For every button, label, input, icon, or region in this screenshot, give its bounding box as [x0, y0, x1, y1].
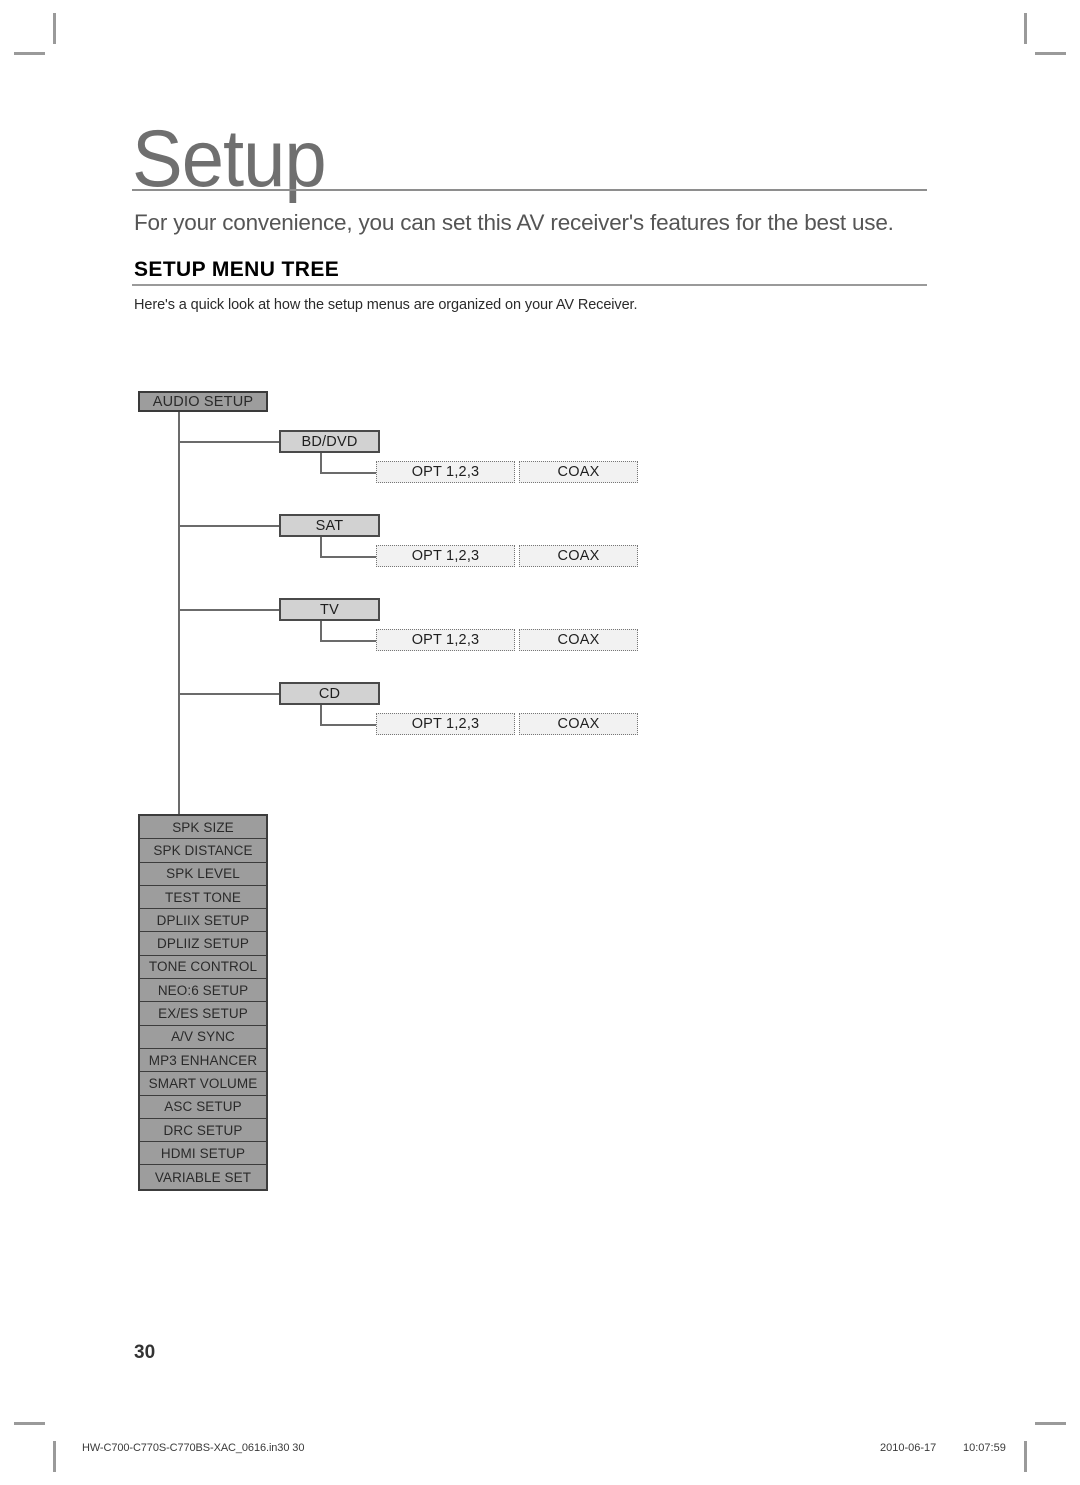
- menu-list-item-label: TEST TONE: [165, 889, 241, 905]
- tree-leaf-bd-dvd-coax: COAX: [519, 461, 638, 483]
- menu-list-item-label: SPK DISTANCE: [153, 842, 253, 858]
- tree-leaf-sat-opt: OPT 1,2,3: [376, 545, 515, 567]
- tree-leaf-label: COAX: [557, 632, 600, 648]
- tree-connector-sat: [178, 525, 279, 527]
- footer-filename: HW-C700-C770S-C770BS-XAC_0616.in30 30: [82, 1442, 305, 1454]
- tree-drop-line-bd-dvd: [320, 453, 322, 473]
- tree-node-cd: CD: [279, 682, 380, 705]
- menu-list-item: DRC SETUP: [140, 1119, 266, 1143]
- tree-connector-cd-leaves: [320, 724, 376, 726]
- menu-list-item: SPK SIZE: [140, 816, 266, 840]
- tree-leaf-cd-opt: OPT 1,2,3: [376, 713, 515, 735]
- tree-drop-line-sat: [320, 537, 322, 557]
- menu-list-item: VARIABLE SET: [140, 1165, 266, 1188]
- menu-list-item-label: HDMI SETUP: [160, 1145, 246, 1161]
- tree-node-label: TV: [320, 601, 339, 618]
- tree-node-label: BD/DVD: [301, 433, 358, 450]
- menu-list-item: A/V SYNC: [140, 1026, 266, 1049]
- tree-leaf-label: COAX: [557, 464, 600, 480]
- tree-connector-tv: [178, 609, 279, 611]
- menu-list-item: HDMI SETUP: [140, 1142, 266, 1166]
- tree-leaf-bd-dvd-opt: OPT 1,2,3: [376, 461, 515, 483]
- menu-list-item: SPK DISTANCE: [140, 839, 266, 863]
- menu-list-item-label: TONE CONTROL: [148, 959, 258, 975]
- menu-list-item: NEO:6 SETUP: [140, 979, 266, 1003]
- menu-list-item-label: SPK LEVEL: [166, 866, 240, 882]
- menu-list-item-label: VARIABLE SET: [154, 1169, 252, 1185]
- tree-leaf-label: OPT 1,2,3: [411, 632, 480, 648]
- menu-list-item-label: MP3 ENHANCER: [148, 1052, 258, 1068]
- menu-list-item: DPLIIX SETUP: [140, 909, 266, 933]
- menu-list-item-label: SPK SIZE: [172, 819, 234, 835]
- menu-list-item-label: NEO:6 SETUP: [157, 982, 249, 998]
- menu-list-item: ASC SETUP: [140, 1096, 266, 1119]
- menu-list-item: TEST TONE: [140, 886, 266, 910]
- tree-drop-line-cd: [320, 705, 322, 725]
- tree-node-audio-setup: AUDIO SETUP: [138, 391, 268, 412]
- menu-list-item-label: A/V SYNC: [171, 1029, 235, 1045]
- tree-leaf-label: OPT 1,2,3: [411, 464, 480, 480]
- tree-node-label: SAT: [315, 517, 344, 534]
- tree-connector-cd: [178, 693, 279, 695]
- setup-menu-tree-diagram: AUDIO SETUP BD/DVD OPT 1,2,3 COAX SAT OP…: [0, 0, 1080, 1485]
- tree-node-tv: TV: [279, 598, 380, 621]
- tree-leaf-tv-opt: OPT 1,2,3: [376, 629, 515, 651]
- page-number: 30: [134, 1342, 156, 1363]
- menu-list-item-label: ASC SETUP: [164, 1099, 242, 1115]
- menu-list-item-label: DPLIIZ SETUP: [157, 936, 249, 952]
- tree-connector-tv-leaves: [320, 640, 376, 642]
- tree-trunk-line: [178, 412, 180, 816]
- setup-menu-item-list: SPK SIZE SPK DISTANCE SPK LEVEL TEST TONE DP…: [138, 814, 268, 1191]
- menu-list-item: SPK LEVEL: [140, 863, 266, 886]
- tree-leaf-label: OPT 1,2,3: [411, 716, 480, 732]
- footer-date: 2010-06-17: [880, 1442, 937, 1454]
- tree-drop-line-tv: [320, 621, 322, 641]
- menu-list-item-label: EX/ES SETUP: [158, 1006, 248, 1022]
- tree-leaf-tv-coax: COAX: [519, 629, 638, 651]
- tree-leaf-label: COAX: [557, 716, 600, 732]
- tree-node-label: AUDIO SETUP: [152, 393, 254, 410]
- menu-list-item-label: SMART VOLUME: [148, 1075, 258, 1091]
- menu-list-item: EX/ES SETUP: [140, 1002, 266, 1026]
- tree-leaf-sat-coax: COAX: [519, 545, 638, 567]
- tree-node-sat: SAT: [279, 514, 380, 537]
- tree-leaf-cd-coax: COAX: [519, 713, 638, 735]
- menu-list-item: MP3 ENHANCER: [140, 1049, 266, 1073]
- tree-connector-bd-dvd-leaves: [320, 472, 376, 474]
- menu-list-item-label: DPLIIX SETUP: [156, 912, 250, 928]
- tree-leaf-label: COAX: [557, 548, 600, 564]
- tree-connector-bd-dvd: [178, 441, 279, 443]
- menu-list-item-label: DRC SETUP: [163, 1122, 243, 1138]
- footer-time: 10:07:59: [963, 1442, 1006, 1454]
- tree-node-label: CD: [318, 685, 341, 702]
- menu-list-item: TONE CONTROL: [140, 956, 266, 980]
- menu-list-item: SMART VOLUME: [140, 1072, 266, 1096]
- menu-list-item: DPLIIZ SETUP: [140, 932, 266, 956]
- tree-leaf-label: OPT 1,2,3: [411, 548, 480, 564]
- tree-connector-sat-leaves: [320, 556, 376, 558]
- tree-node-bd-dvd: BD/DVD: [279, 430, 380, 453]
